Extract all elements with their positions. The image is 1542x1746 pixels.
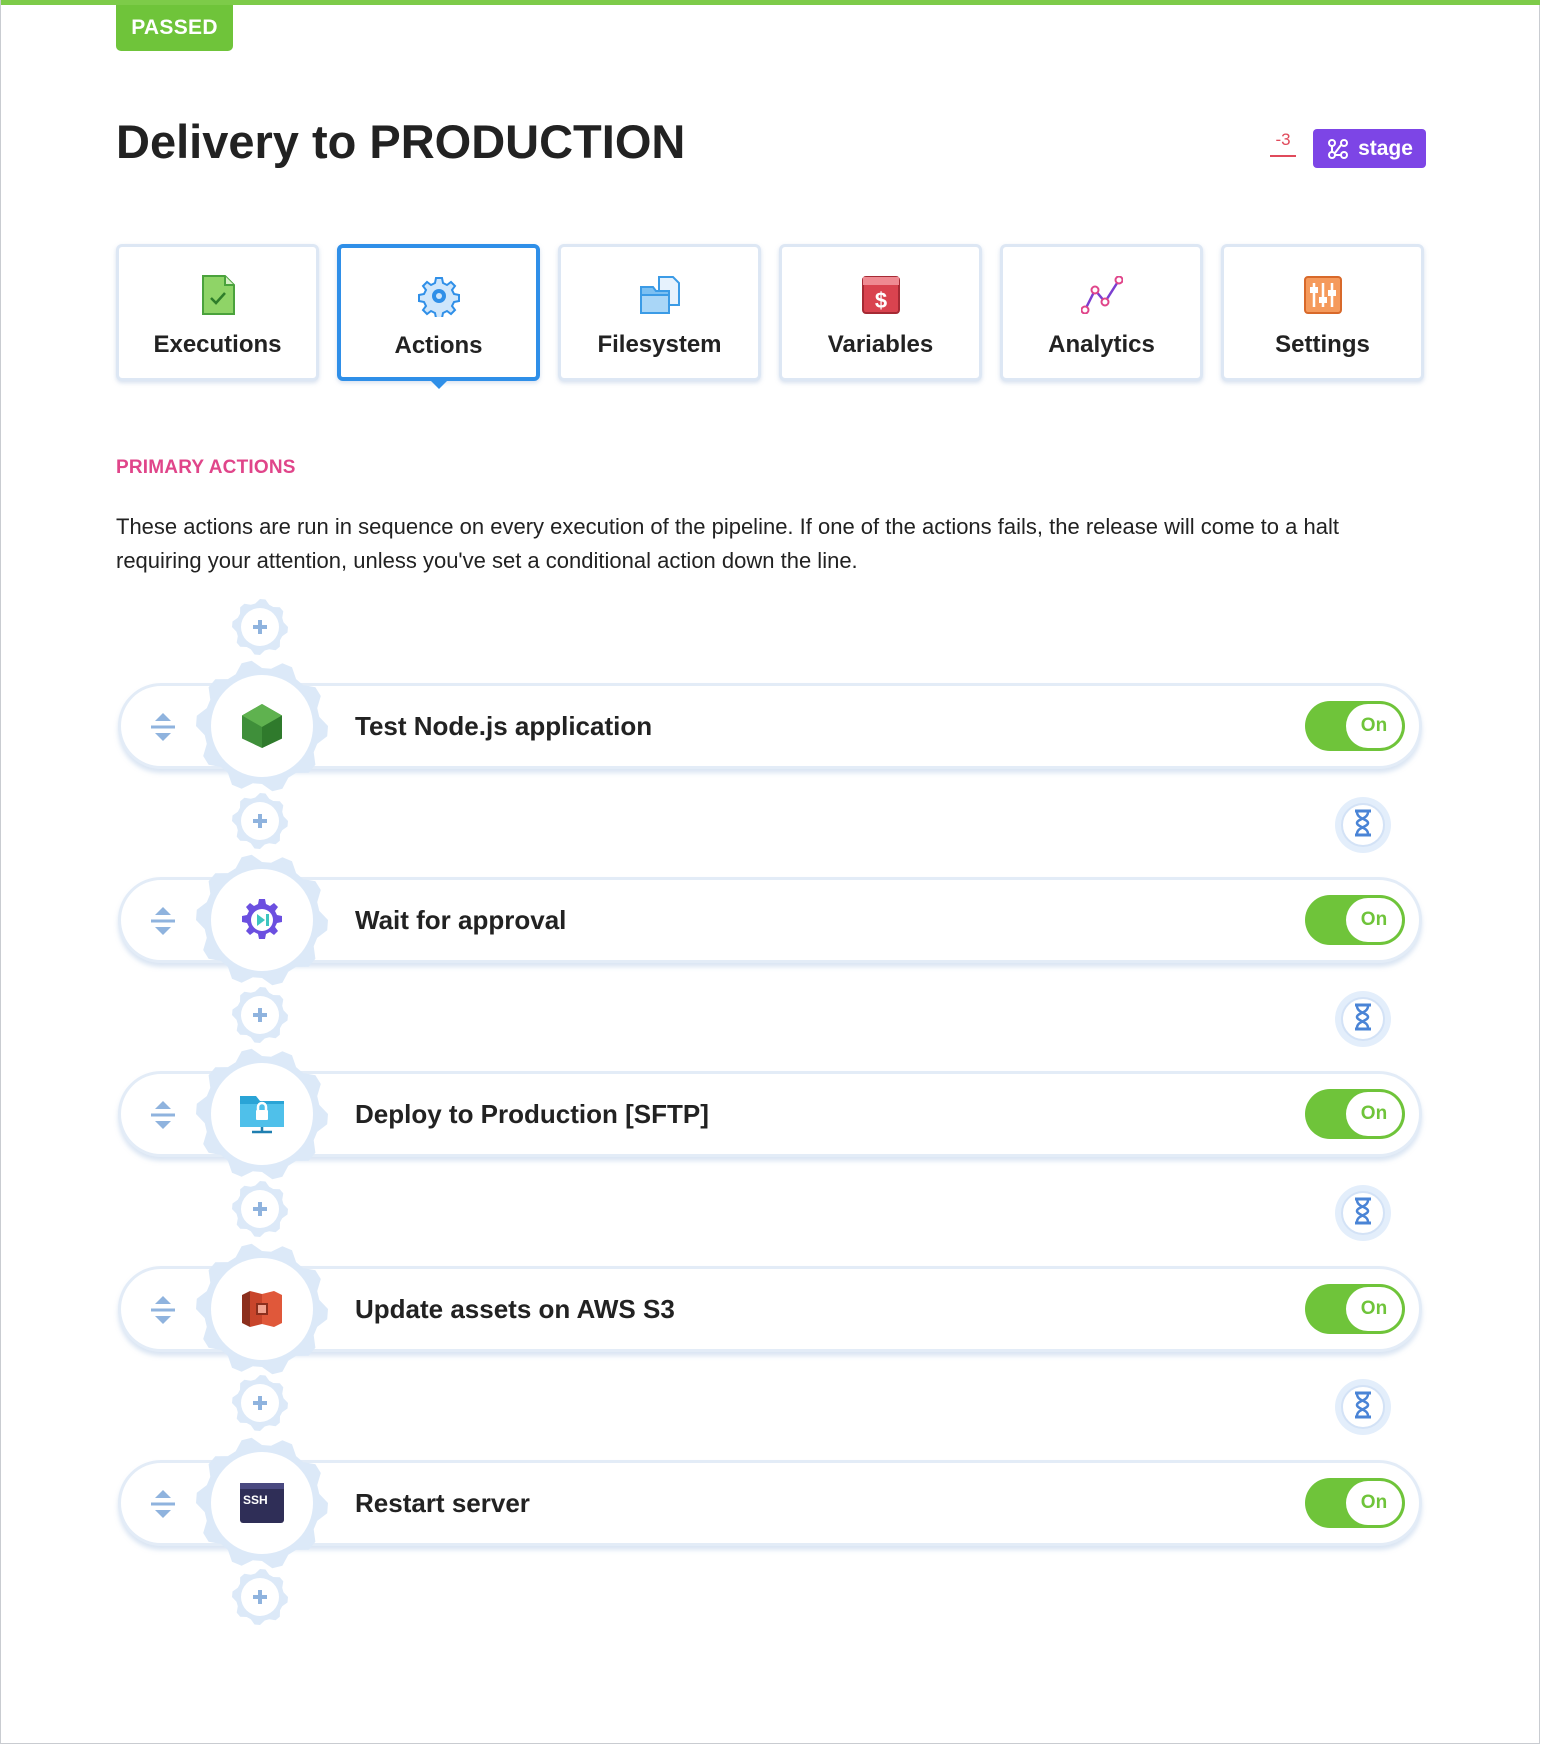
action-name[interactable]: Deploy to Production [SFTP] bbox=[355, 1099, 709, 1130]
toggle-label: On bbox=[1346, 1481, 1402, 1525]
stage-button[interactable]: stage bbox=[1313, 129, 1426, 168]
hourglass-icon bbox=[1352, 1003, 1374, 1036]
tab-label: Analytics bbox=[1048, 331, 1155, 358]
tab-label: Actions bbox=[394, 332, 483, 359]
toggle-label: On bbox=[1346, 1092, 1402, 1136]
plus-icon bbox=[232, 1181, 288, 1237]
approval-gear-icon bbox=[238, 896, 286, 944]
add-action-button[interactable] bbox=[231, 1180, 289, 1238]
plus-icon bbox=[232, 793, 288, 849]
aws-s3-icon bbox=[238, 1285, 286, 1333]
drag-handle-icon[interactable] bbox=[149, 1488, 177, 1520]
action-icon-gear bbox=[195, 853, 329, 987]
revision-link[interactable]: -3 bbox=[1270, 130, 1296, 157]
action-icon-gear bbox=[195, 1047, 329, 1181]
action-name[interactable]: Restart server bbox=[355, 1488, 530, 1519]
add-action-button[interactable] bbox=[231, 598, 289, 656]
add-action-button[interactable] bbox=[231, 986, 289, 1044]
wait-button[interactable] bbox=[1335, 991, 1391, 1047]
wait-button[interactable] bbox=[1335, 1185, 1391, 1241]
toggle-label: On bbox=[1346, 1287, 1402, 1331]
stage-icon bbox=[1328, 138, 1349, 159]
sliders-icon bbox=[1301, 273, 1345, 317]
page-title: Delivery to PRODUCTION bbox=[116, 115, 686, 168]
action-toggle[interactable]: On bbox=[1305, 1478, 1405, 1528]
hourglass-icon bbox=[1352, 809, 1374, 842]
wait-button[interactable] bbox=[1335, 1379, 1391, 1435]
tab-filesystem[interactable]: Filesystem bbox=[558, 244, 761, 381]
ssh-label: SSH bbox=[243, 1493, 268, 1507]
action-icon-gear bbox=[195, 1242, 329, 1376]
line-graph-icon bbox=[1080, 273, 1124, 317]
drag-handle-icon[interactable] bbox=[149, 905, 177, 937]
nodejs-icon bbox=[238, 702, 286, 750]
gear-icon bbox=[417, 274, 461, 318]
wait-button[interactable] bbox=[1335, 797, 1391, 853]
tab-label: Executions bbox=[153, 331, 282, 358]
dollar-icon: $ bbox=[859, 273, 903, 317]
tab-settings[interactable]: Settings bbox=[1221, 244, 1424, 381]
folder-files-icon bbox=[638, 273, 682, 317]
plus-icon bbox=[232, 1375, 288, 1431]
add-action-button[interactable] bbox=[231, 1568, 289, 1626]
add-action-button[interactable] bbox=[231, 1374, 289, 1432]
action-name[interactable]: Update assets on AWS S3 bbox=[355, 1294, 675, 1325]
ssh-terminal-icon: SSH bbox=[238, 1479, 286, 1527]
action-toggle[interactable]: On bbox=[1305, 1284, 1405, 1334]
status-badge: PASSED bbox=[116, 5, 233, 51]
tab-label: Filesystem bbox=[597, 331, 722, 358]
toggle-label: On bbox=[1346, 704, 1402, 748]
drag-handle-icon[interactable] bbox=[149, 1294, 177, 1326]
stage-label: stage bbox=[1358, 136, 1413, 160]
plus-icon bbox=[232, 987, 288, 1043]
action-name[interactable]: Wait for approval bbox=[355, 905, 566, 936]
section-description: These actions are run in sequence on eve… bbox=[116, 514, 1339, 573]
tab-label: Settings bbox=[1275, 331, 1370, 358]
drag-handle-icon[interactable] bbox=[149, 711, 177, 743]
tab-analytics[interactable]: Analytics bbox=[1000, 244, 1203, 381]
toggle-label: On bbox=[1346, 898, 1402, 942]
plus-icon bbox=[232, 1569, 288, 1625]
add-action-button[interactable] bbox=[231, 792, 289, 850]
action-name[interactable]: Test Node.js application bbox=[355, 711, 652, 742]
action-toggle[interactable]: On bbox=[1305, 701, 1405, 751]
sftp-folder-icon bbox=[238, 1090, 286, 1138]
action-icon-gear: SSH bbox=[195, 1436, 329, 1570]
tab-variables[interactable]: $ Variables bbox=[779, 244, 982, 381]
action-icon-gear bbox=[195, 659, 329, 793]
tab-actions[interactable]: Actions bbox=[337, 244, 540, 389]
tab-label: Variables bbox=[827, 331, 934, 358]
hourglass-icon bbox=[1352, 1197, 1374, 1230]
document-check-icon bbox=[196, 273, 240, 317]
hourglass-icon bbox=[1352, 1391, 1374, 1424]
svg-text:$: $ bbox=[874, 288, 886, 313]
tab-executions[interactable]: Executions bbox=[116, 244, 319, 381]
section-title: PRIMARY ACTIONS bbox=[116, 457, 296, 478]
action-toggle[interactable]: On bbox=[1305, 895, 1405, 945]
plus-icon bbox=[232, 599, 288, 655]
action-toggle[interactable]: On bbox=[1305, 1089, 1405, 1139]
drag-handle-icon[interactable] bbox=[149, 1099, 177, 1131]
